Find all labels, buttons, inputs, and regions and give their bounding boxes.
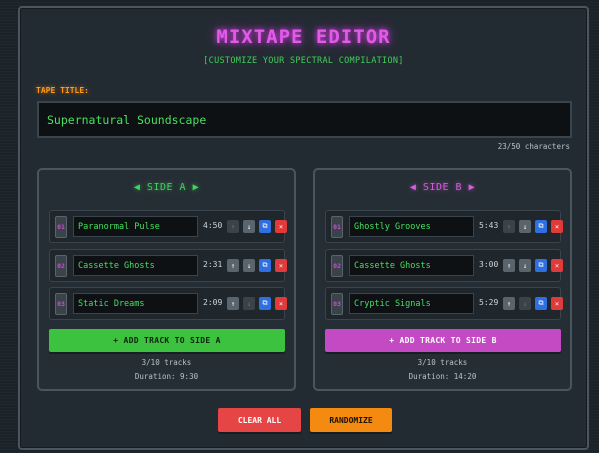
track-number: 01 — [55, 216, 67, 238]
editor-panel: MIXTAPE EDITOR [CUSTOMIZE YOUR SPECTRAL … — [18, 6, 589, 450]
delete-button[interactable]: × — [551, 220, 563, 233]
move-up-button[interactable]: ↑ — [227, 220, 239, 233]
track-row: 02 2:31 ↑ ↓ ⧉ × — [49, 249, 287, 282]
side-b-title: ◀ SIDE B ▶ — [409, 182, 476, 193]
track-name-input[interactable] — [349, 293, 474, 314]
side-b-panel: ◀ SIDE B ▶ 01 5:43 ↑ ↓ ⧉ × 02 3:00 ↑ ↓ ⧉… — [313, 168, 572, 391]
track-row: 01 5:43 ↑ ↓ ⧉ × — [325, 210, 563, 243]
track-duration: 2:09 — [203, 298, 223, 307]
side-b-duration: Duration: 14:20 — [408, 372, 477, 381]
duplicate-button[interactable]: ⧉ — [259, 220, 271, 233]
duplicate-button[interactable]: ⧉ — [535, 220, 547, 233]
duplicate-button[interactable]: ⧉ — [259, 259, 271, 272]
track-number: 03 — [331, 293, 343, 315]
duplicate-button[interactable]: ⧉ — [535, 259, 547, 272]
side-a-panel: ◀ SIDE A ▶ 01 4:50 ↑ ↓ ⧉ × 02 2:31 ↑ ↓ ⧉… — [37, 168, 296, 391]
duplicate-button[interactable]: ⧉ — [535, 297, 547, 310]
char-counter: 23/50 characters — [497, 142, 570, 151]
page-subtitle: [CUSTOMIZE YOUR SPECTRAL COMPILATION] — [203, 56, 404, 66]
move-down-button[interactable]: ↓ — [243, 259, 255, 272]
delete-button[interactable]: × — [551, 297, 563, 310]
track-name-input[interactable] — [349, 255, 474, 276]
tape-title-label: TAPE TITLE: — [36, 86, 89, 95]
move-down-button[interactable]: ↓ — [243, 220, 255, 233]
side-a-title: ◀ SIDE A ▶ — [133, 182, 200, 193]
track-duration: 5:29 — [479, 298, 499, 307]
move-down-button[interactable]: ↓ — [519, 259, 531, 272]
track-row: 03 2:09 ↑ ↓ ⧉ × — [49, 287, 287, 320]
add-track-side-b-button[interactable]: + ADD TRACK TO SIDE B — [325, 329, 561, 352]
move-down-button[interactable]: ↓ — [519, 297, 531, 310]
track-duration: 5:43 — [479, 221, 499, 230]
track-row: 01 4:50 ↑ ↓ ⧉ × — [49, 210, 287, 243]
track-name-input[interactable] — [73, 293, 198, 314]
randomize-button[interactable]: RANDOMIZE — [310, 408, 392, 432]
track-row: 03 5:29 ↑ ↓ ⧉ × — [325, 287, 563, 320]
delete-button[interactable]: × — [275, 259, 287, 272]
track-number: 02 — [331, 255, 343, 277]
clear-all-button[interactable]: CLEAR ALL — [218, 408, 301, 432]
page-title: MIXTAPE EDITOR — [216, 26, 391, 48]
delete-button[interactable]: × — [551, 259, 563, 272]
delete-button[interactable]: × — [275, 220, 287, 233]
track-row: 02 3:00 ↑ ↓ ⧉ × — [325, 249, 563, 282]
track-duration: 3:00 — [479, 260, 499, 269]
side-a-duration: Duration: 9:30 — [134, 372, 199, 381]
track-name-input[interactable] — [349, 216, 474, 237]
move-down-button[interactable]: ↓ — [519, 220, 531, 233]
track-number: 02 — [55, 255, 67, 277]
duplicate-button[interactable]: ⧉ — [259, 297, 271, 310]
track-number: 01 — [331, 216, 343, 238]
move-up-button[interactable]: ↑ — [503, 297, 515, 310]
delete-button[interactable]: × — [275, 297, 287, 310]
side-a-track-count: 3/10 tracks — [141, 358, 192, 367]
move-down-button[interactable]: ↓ — [243, 297, 255, 310]
move-up-button[interactable]: ↑ — [227, 259, 239, 272]
track-name-input[interactable] — [73, 216, 198, 237]
side-b-track-count: 3/10 tracks — [417, 358, 468, 367]
move-up-button[interactable]: ↑ — [503, 220, 515, 233]
add-track-side-a-button[interactable]: + ADD TRACK TO SIDE A — [49, 329, 285, 352]
track-number: 03 — [55, 293, 67, 315]
tape-title-input[interactable] — [37, 101, 572, 138]
move-up-button[interactable]: ↑ — [503, 259, 515, 272]
track-duration: 4:50 — [203, 221, 223, 230]
track-name-input[interactable] — [73, 255, 198, 276]
track-duration: 2:31 — [203, 260, 223, 269]
move-up-button[interactable]: ↑ — [227, 297, 239, 310]
